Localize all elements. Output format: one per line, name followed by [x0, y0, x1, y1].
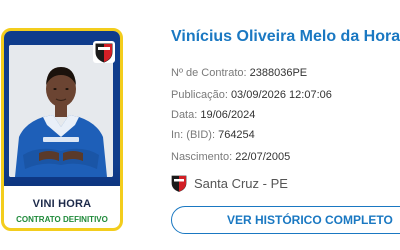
field-label: Data: [171, 109, 198, 121]
player-full-name[interactable]: Vinícius Oliveira Melo da Hora [171, 28, 400, 46]
birth-date-row: Nascimento: 22/07/2005 [171, 151, 290, 163]
player-card: VINI HORA CONTRATO DEFINITIVO [1, 28, 123, 231]
date-row: Data: 19/06/2024 [171, 109, 255, 121]
club-name[interactable]: Santa Cruz - PE [194, 176, 288, 191]
club-crest-icon [171, 175, 187, 192]
field-value: 22/07/2005 [235, 151, 291, 163]
card-player-name: VINI HORA [32, 198, 92, 210]
view-full-history-button[interactable]: VER HISTÓRICO COMPLETO [171, 206, 400, 234]
bid-row: In: (BID): 764254 [171, 129, 255, 141]
field-label: In: (BID): [171, 129, 216, 141]
field-value: 764254 [218, 129, 255, 141]
field-value: 2388036PE [249, 67, 308, 79]
field-value: 03/09/2026 12:07:06 [230, 89, 332, 101]
player-photo-image [9, 45, 113, 177]
field-value: 19/06/2024 [200, 109, 256, 121]
player-contract-page: VINI HORA CONTRATO DEFINITIVO Vinícius O… [0, 0, 400, 250]
club-crest-icon [93, 41, 115, 63]
field-label: Nascimento: [171, 151, 233, 163]
club-row: Santa Cruz - PE [171, 174, 288, 192]
field-label: Publicação: [171, 89, 228, 101]
contract-number-row: Nº de Contrato: 2388036PE [171, 67, 307, 79]
publication-row: Publicação: 03/09/2026 12:07:06 [171, 89, 332, 101]
field-label: Nº de Contrato: [171, 67, 247, 79]
player-photo [9, 45, 113, 177]
card-contract-type: CONTRATO DEFINITIVO [16, 215, 108, 224]
